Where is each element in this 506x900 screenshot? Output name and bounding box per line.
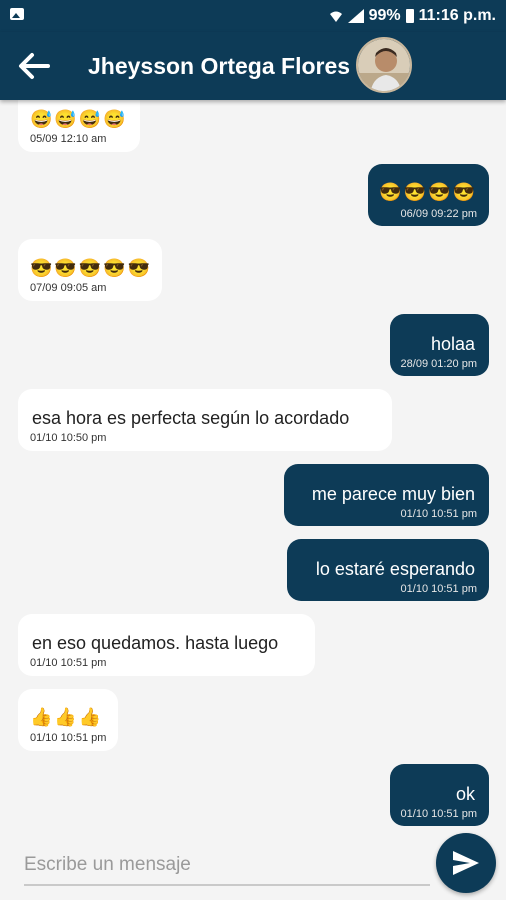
message-bubble-incoming[interactable]: 😎 😎 😎 😎 😎 07/09 09:05 am xyxy=(18,239,162,301)
back-arrow-icon[interactable] xyxy=(18,52,50,80)
send-button[interactable] xyxy=(436,833,496,893)
message-timestamp: 01/10 10:51 pm xyxy=(30,657,107,669)
message-text: en eso quedamos. hasta luego xyxy=(32,633,279,653)
message-bubble-outgoing[interactable]: lo estaré esperando 01/10 10:51 pm xyxy=(287,539,489,601)
message-bubble-incoming[interactable]: 👍 👍 👍 01/10 10:51 pm xyxy=(18,689,118,751)
status-bar: 99% 11:16 p.m. xyxy=(0,0,506,32)
message-text: lo estaré esperando xyxy=(315,559,475,579)
send-icon xyxy=(453,851,479,875)
message-text: esa hora es perfecta según lo acordado xyxy=(32,408,350,428)
chat-area[interactable]: 😅 😅 😅 😅 05/09 12:10 am 😎 😎 😎 😎 06/09 09:… xyxy=(0,100,506,830)
sweat-smile-emoji: 😅 xyxy=(103,109,126,129)
message-timestamp: 01/10 10:51 pm xyxy=(400,808,477,820)
thumbs-up-emoji: 👍 xyxy=(30,707,53,727)
composer xyxy=(0,830,506,900)
message-timestamp: 01/10 10:50 pm xyxy=(30,432,107,444)
message-bubble-incoming[interactable]: esa hora es perfecta según lo acordado 0… xyxy=(18,389,392,451)
sweat-smile-emoji: 😅 xyxy=(30,109,53,129)
sunglasses-emoji: 😎 xyxy=(428,182,451,202)
message-bubble-incoming[interactable]: en eso quedamos. hasta luego 01/10 10:51… xyxy=(18,614,315,676)
sunglasses-emoji: 😎 xyxy=(379,182,402,202)
message-bubble-outgoing[interactable]: holaa 28/09 01:20 pm xyxy=(390,314,489,376)
message-input[interactable] xyxy=(24,846,430,886)
sunglasses-emoji: 😎 xyxy=(403,182,427,202)
message-timestamp: 01/10 10:51 pm xyxy=(400,508,477,520)
message-timestamp: 06/09 09:22 pm xyxy=(400,208,477,220)
signal-icon xyxy=(347,9,364,23)
sunglasses-emoji: 😎 xyxy=(127,258,151,278)
message-bubble-outgoing[interactable]: me parece muy bien 01/10 10:51 pm xyxy=(284,464,489,526)
message-timestamp: 07/09 09:05 am xyxy=(30,282,107,294)
message-text: ok xyxy=(455,784,475,804)
sunglasses-emoji: 😎 xyxy=(30,258,53,278)
sunglasses-emoji: 😎 xyxy=(103,258,126,278)
emoji-row: 😅 😅 😅 😅 xyxy=(30,110,126,128)
message-text: holaa xyxy=(430,334,475,354)
sweat-smile-emoji: 😅 xyxy=(78,109,102,129)
message-timestamp: 01/10 10:51 pm xyxy=(400,583,477,595)
wifi-icon xyxy=(329,11,342,22)
sunglasses-emoji: 😎 xyxy=(452,182,475,202)
message-timestamp: 01/10 10:51 pm xyxy=(30,732,107,744)
message-bubble-incoming[interactable]: 😅 😅 😅 😅 05/09 12:10 am xyxy=(18,100,140,152)
thumbs-up-emoji: 👍 xyxy=(78,707,102,727)
message-text: me parece muy bien xyxy=(311,484,475,504)
gallery-notification-icon xyxy=(10,8,24,20)
sweat-smile-emoji: 😅 xyxy=(54,109,77,129)
battery-percent: 99% xyxy=(368,7,401,24)
sunglasses-emoji: 😎 xyxy=(78,258,102,278)
thumbs-up-emoji: 👍 xyxy=(54,707,77,727)
emoji-row: 😎 😎 😎 😎 xyxy=(379,183,475,201)
message-bubble-outgoing[interactable]: 😎 😎 😎 😎 06/09 09:22 pm xyxy=(368,164,489,226)
avatar[interactable] xyxy=(356,37,412,93)
message-timestamp: 05/09 12:10 am xyxy=(30,133,107,145)
message-timestamp: 28/09 01:20 pm xyxy=(400,358,477,370)
battery-icon xyxy=(405,9,414,23)
contact-name[interactable]: Jheysson Ortega Flores xyxy=(88,53,350,80)
message-bubble-outgoing[interactable]: ok 01/10 10:51 pm xyxy=(390,764,489,826)
status-indicators: 99% 11:16 p.m. xyxy=(329,6,496,26)
emoji-row: 😎 😎 😎 😎 😎 xyxy=(30,259,150,277)
app-bar: Jheysson Ortega Flores xyxy=(0,32,506,100)
avatar-photo xyxy=(358,39,410,91)
sunglasses-emoji: 😎 xyxy=(54,258,77,278)
clock: 11:16 p.m. xyxy=(418,7,496,24)
emoji-row: 👍 👍 👍 xyxy=(30,708,101,726)
